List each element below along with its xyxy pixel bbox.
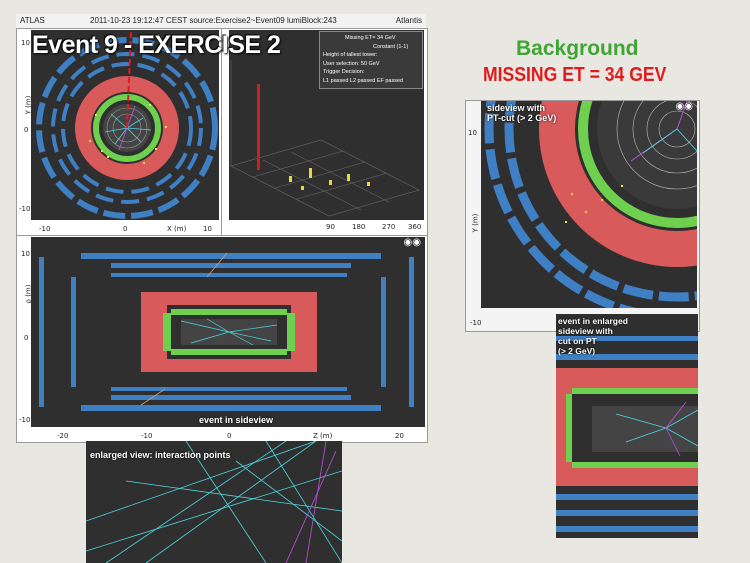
xy-y-tick-mid: 0: [24, 126, 29, 134]
legend-tallest-tower: Height of tallest tower:: [323, 52, 378, 58]
enlarged-view-caption: enlarged view: interaction points: [90, 450, 231, 460]
rz-x-tick-0: 0: [227, 432, 232, 440]
xy-x-tick-left: -10: [39, 225, 51, 233]
rz-detector-svg: [39, 252, 414, 411]
classification-label: Background: [516, 37, 639, 60]
lego-phi-180: 180: [352, 223, 366, 231]
ptcut-y-tick-bot: -10: [470, 319, 482, 327]
missing-et-headline: MISSING ET = 34 GEV: [483, 64, 667, 86]
ptcut-eye-icon[interactable]: ◉◉: [676, 101, 693, 112]
xy-x-tick-right: 10: [203, 225, 212, 233]
rz-y-tick-top: 10: [21, 250, 30, 258]
legend-trigger-decision: Trigger Decision:: [323, 69, 365, 75]
xy-y-tick-top: 10: [21, 39, 30, 47]
ptcut-sideview: ◉◉ sideview with PT-cut (> 2 GeV): [481, 101, 697, 308]
ptcut-y-tick-top: 10: [468, 129, 477, 137]
ptcut-y-label: Y (m): [471, 213, 480, 233]
ptcut-detector-svg: [484, 101, 697, 308]
enlarged-side-caption-2: sideview with: [558, 326, 613, 336]
event-legend: Missing ET= 34 GeV Constant (1-1) Height…: [319, 31, 423, 89]
legend-constant: Constant (1-1): [373, 43, 409, 50]
xy-x-label: X (m): [167, 225, 187, 233]
app-name: ATLAS: [20, 16, 45, 25]
rz-x-label: Z (m): [313, 432, 333, 440]
lego-phi-90: 90: [326, 223, 335, 231]
rz-x-tick-m20: -20: [57, 432, 69, 440]
enlarged-side-caption-4: (> 2 GeV): [558, 346, 596, 356]
legend-trigger-result: L1 passed L2 passed EF passed: [323, 77, 404, 84]
event-info: 2011-10-23 19:12:47 CEST source:Exercise…: [90, 16, 337, 25]
brand-name: Atlantis: [395, 16, 422, 25]
rz-view: ◉◉ event in sideview: [31, 237, 425, 427]
lego-phi-270: 270: [382, 223, 396, 231]
rz-eye-icon[interactable]: ◉◉: [404, 237, 421, 248]
event-info-bar: ATLAS 2011-10-23 19:12:47 CEST source:Ex…: [16, 14, 426, 28]
enlarged-side-caption-1: event in enlarged: [558, 316, 628, 326]
enlarged-side-caption-3: cut on PT: [558, 336, 597, 346]
rz-x-tick-20: 20: [395, 432, 404, 440]
legend-user-selection: User selection: 50 GeV: [323, 60, 380, 67]
rz-x-tick-m10: -10: [141, 432, 153, 440]
sideview-caption: event in sideview: [199, 415, 274, 425]
ptcut-caption-line1: sideview with: [487, 103, 546, 113]
xy-x-tick-mid: 0: [123, 225, 128, 233]
page-title: Event 9 - EXERCISE 2: [32, 31, 281, 59]
rz-y-tick-mid: 0: [24, 334, 29, 342]
xy-y-tick-bot: -10: [19, 205, 31, 213]
enlarged-sideview: event in enlarged sideview with cut on P…: [556, 314, 698, 538]
legend-missing-et: Missing ET= 34 GeV: [345, 35, 396, 41]
ptcut-caption-line2: PT-cut (> 2 GeV): [487, 113, 557, 123]
rz-y-tick-bot: -10: [19, 416, 31, 424]
lego-phi-360: 360: [408, 223, 422, 231]
interaction-point-view: enlarged view: interaction points: [86, 441, 342, 563]
